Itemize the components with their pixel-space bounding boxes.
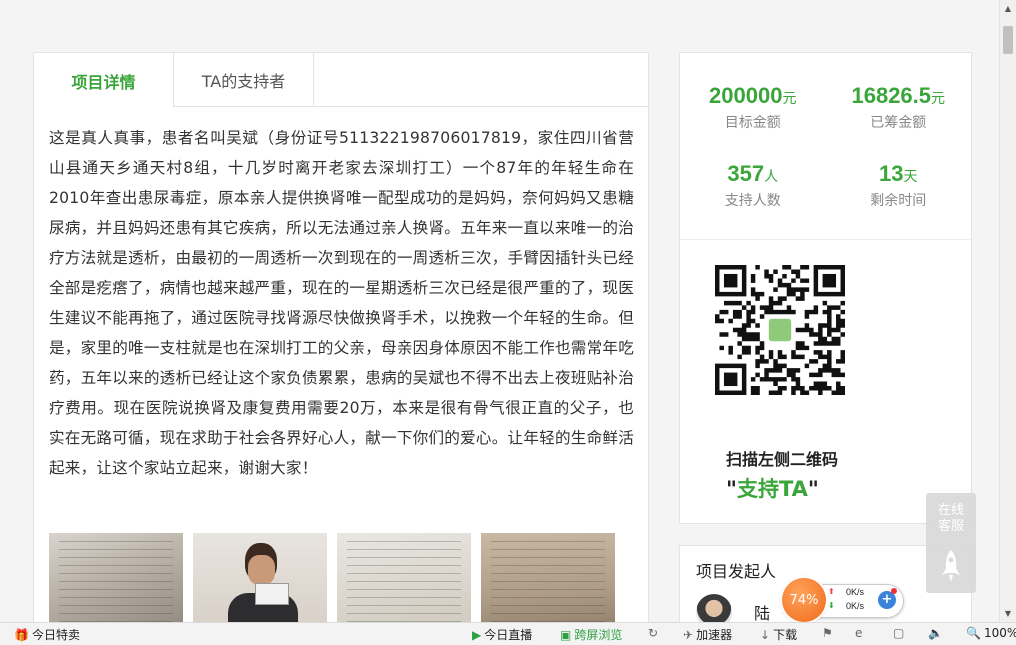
target-unit: 元: [782, 91, 797, 107]
target-amount: 200000: [709, 83, 783, 108]
live-button[interactable]: ▶ 今日直播: [472, 626, 532, 643]
qr-code: [715, 265, 845, 395]
photo-id-card[interactable]: [49, 533, 183, 631]
upload-speed: 0K/s: [846, 587, 865, 597]
notification-dot: [891, 588, 897, 594]
photo-patient[interactable]: [193, 533, 327, 631]
download-speed: 0K/s: [846, 601, 865, 611]
stat-remaining: 13天 剩余时间: [826, 161, 972, 239]
target-label: 目标金额: [724, 115, 781, 131]
qr-caption: 扫描左侧二维码: [726, 450, 839, 469]
zoom-control[interactable]: 🔍 100%: [966, 626, 1016, 640]
raised-label: 已筹金额: [870, 115, 927, 131]
cross-screen-icon: ▣: [560, 627, 572, 642]
deals-button[interactable]: 🎁 今日特卖: [14, 626, 80, 643]
raised-amount: 16826.5: [851, 83, 932, 108]
funding-stats: 200000元 目标金额 16826.5元 已筹金额 357人 支持人数 13天…: [680, 53, 971, 240]
gift-icon: 🎁: [14, 627, 29, 642]
funding-sidebar: 200000元 目标金额 16826.5元 已筹金额 357人 支持人数 13天…: [679, 52, 972, 524]
remaining-days: 13: [879, 161, 904, 186]
browser-status-bar: 🎁 今日特卖 ▶ 今日直播 ▣ 跨屏浏览 ↻ ✈ 加速器 ↓ 下载 ⚑ e ▢ …: [0, 622, 1016, 645]
upload-arrow-icon: ⬆: [828, 587, 835, 596]
initiator-title: 项目发起人: [696, 562, 777, 581]
tab-supporters[interactable]: TA的支持者: [174, 53, 314, 107]
window-icon[interactable]: ▢: [893, 626, 904, 640]
scroll-down-arrow-icon[interactable]: ▼: [1000, 605, 1016, 622]
remaining-unit: 天: [903, 169, 918, 185]
photo-gallery: [49, 533, 615, 631]
project-detail-card: 项目详情 TA的支持者 这是真人真事，患者名叫吴斌（身份证号5113221987…: [33, 52, 649, 632]
stat-target: 200000元 目标金额: [680, 83, 826, 161]
ie-icon[interactable]: e: [855, 626, 862, 640]
cross-screen-button[interactable]: ▣ 跨屏浏览: [560, 626, 622, 643]
online-service-button[interactable]: 在线 客服: [926, 493, 976, 593]
stat-raised: 16826.5元 已筹金额: [826, 83, 972, 161]
rocket-small-icon: ✈: [683, 627, 694, 642]
volume-icon[interactable]: 🔈: [928, 626, 943, 640]
support-ta-text: "支持TA": [726, 477, 819, 501]
initiator-name[interactable]: 陆: [754, 600, 770, 624]
vertical-scrollbar[interactable]: ▲ ▼: [999, 0, 1016, 622]
stat-supporters: 357人 支持人数: [680, 161, 826, 239]
supporters-unit: 人: [764, 169, 779, 185]
detail-tabs: 项目详情 TA的支持者: [34, 53, 648, 108]
refresh-icon[interactable]: ↻: [648, 626, 658, 640]
download-arrow-icon: ⬇: [828, 601, 835, 610]
play-circle-icon: ▶: [472, 627, 482, 642]
supporters-count: 357: [727, 161, 765, 186]
magnifier-icon: 🔍: [966, 626, 981, 640]
supporters-label: 支持人数: [724, 193, 781, 209]
memory-usage-ball[interactable]: 74%: [782, 578, 826, 622]
photo-hospital-document[interactable]: [481, 533, 615, 631]
rocket-icon: [942, 550, 960, 582]
flag-icon[interactable]: ⚑: [822, 626, 833, 640]
photo-medical-report[interactable]: [337, 533, 471, 631]
remaining-label: 剩余时间: [870, 193, 927, 209]
scroll-up-arrow-icon[interactable]: ▲: [1000, 0, 1016, 17]
scroll-thumb[interactable]: [1003, 26, 1013, 54]
raised-unit: 元: [931, 91, 946, 107]
network-speed-widget[interactable]: ⬆ 0K/s ⬇ 0K/s + 74%: [782, 578, 904, 622]
accelerator-button[interactable]: ✈ 加速器: [683, 626, 732, 643]
story-text: 这是真人真事，患者名叫吴斌（身份证号511322198706017819，家住四…: [49, 129, 634, 477]
download-icon: ↓: [760, 627, 771, 642]
tab-project-details[interactable]: 项目详情: [34, 53, 174, 108]
download-button[interactable]: ↓ 下载: [760, 626, 797, 643]
